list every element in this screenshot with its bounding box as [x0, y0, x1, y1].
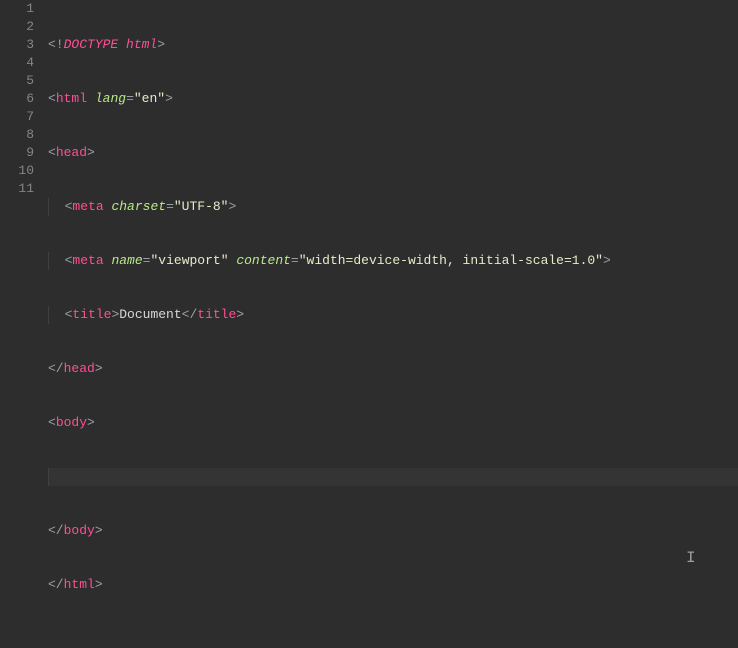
- code-line[interactable]: </body>: [48, 522, 738, 540]
- line-number[interactable]: 2: [0, 18, 34, 36]
- code-line[interactable]: <head>: [48, 144, 738, 162]
- text-cursor-icon: I: [686, 549, 696, 567]
- code-line[interactable]: </head>: [48, 360, 738, 378]
- code-area[interactable]: <!DOCTYPE html> <html lang="en"> <head> …: [48, 0, 738, 586]
- code-line[interactable]: <title>Document</title>: [48, 306, 738, 324]
- code-line[interactable]: <html lang="en">: [48, 90, 738, 108]
- line-number[interactable]: 11: [0, 180, 34, 198]
- code-line-active[interactable]: [48, 468, 738, 486]
- code-line[interactable]: </html>: [48, 576, 738, 594]
- line-number[interactable]: 1: [0, 0, 34, 18]
- line-number[interactable]: 3: [0, 36, 34, 54]
- line-number[interactable]: 8: [0, 126, 34, 144]
- line-number[interactable]: 9: [0, 144, 34, 162]
- code-line[interactable]: <body>: [48, 414, 738, 432]
- line-number[interactable]: 10: [0, 162, 34, 180]
- code-line[interactable]: <!DOCTYPE html>: [48, 36, 738, 54]
- line-number[interactable]: 5: [0, 72, 34, 90]
- line-number[interactable]: 7: [0, 108, 34, 126]
- line-number[interactable]: 6: [0, 90, 34, 108]
- code-line[interactable]: <meta name="viewport" content="width=dev…: [48, 252, 738, 270]
- line-number-gutter: 1 2 3 4 5 6 7 8 9 10 11: [0, 0, 48, 586]
- line-number[interactable]: 4: [0, 54, 34, 72]
- code-line[interactable]: <meta charset="UTF-8">: [48, 198, 738, 216]
